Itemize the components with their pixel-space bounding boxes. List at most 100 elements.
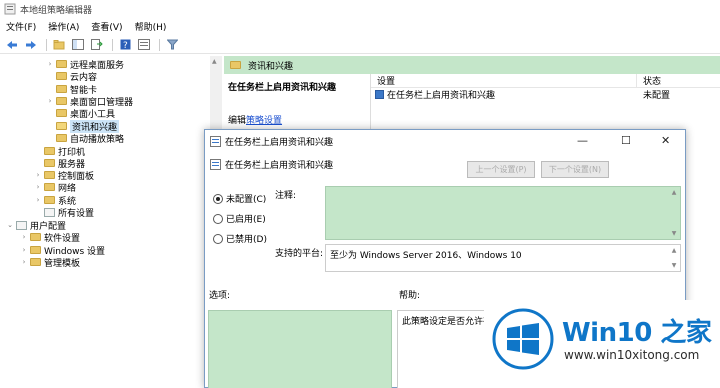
radio-button[interactable] [213, 193, 223, 204]
menu-action[interactable]: 操作(A) [48, 20, 79, 33]
comment-textarea[interactable]: ▲ ▼ [325, 186, 681, 240]
list-item[interactable]: 在任务栏上启用资讯和兴趣 未配置 [371, 88, 720, 101]
radio-enabled[interactable]: 已启用(E) [213, 212, 266, 225]
tree-item-label: 自动播放策略 [70, 134, 125, 145]
properties-icon[interactable] [136, 38, 152, 52]
forward-arrow-icon[interactable] [23, 38, 39, 52]
scroll-down-icon[interactable]: ▼ [670, 262, 678, 269]
expand-arrow-icon[interactable]: › [46, 60, 54, 68]
radio-not-configured[interactable]: 未配置(C) [213, 192, 266, 205]
tree-item[interactable]: › 远程桌面服务 [46, 58, 124, 71]
close-icon[interactable]: ✕ [661, 134, 670, 147]
expand-arrow-icon[interactable]: › [34, 196, 42, 204]
tree-item[interactable]: 自动播放策略 [46, 132, 125, 145]
svg-text:?: ? [123, 41, 128, 50]
previous-setting-button[interactable]: 上一个设置(P) [467, 161, 535, 178]
folder-icon [30, 233, 41, 241]
setting-icon [210, 159, 221, 170]
filter-icon[interactable] [164, 38, 180, 52]
scroll-up-icon[interactable]: ▲ [670, 247, 678, 254]
next-setting-button[interactable]: 下一个设置(N) [541, 161, 609, 178]
help-icon[interactable]: ? [117, 38, 133, 52]
column-status[interactable]: 状态 [637, 74, 661, 87]
details-header-title: 资讯和兴趣 [248, 61, 294, 72]
collapse-arrow-icon[interactable]: ⌄ [6, 221, 14, 229]
expand-arrow-icon[interactable]: › [46, 97, 54, 105]
tree-item[interactable]: › Windows 设置 [20, 244, 105, 257]
folder-icon [56, 97, 67, 105]
folder-icon [56, 72, 67, 80]
up-folder-icon[interactable] [51, 38, 67, 52]
tree-item[interactable]: › 系统 [34, 194, 76, 207]
tree-item[interactable]: › 桌面窗口管理器 [46, 95, 133, 108]
folder-icon [30, 258, 41, 266]
dialog-subtitle-row: 在任务栏上启用资讯和兴趣 [210, 158, 333, 171]
show-hide-tree-icon[interactable] [70, 38, 86, 52]
export-list-icon[interactable] [89, 38, 105, 52]
expand-arrow-icon[interactable]: › [34, 171, 42, 179]
menu-view[interactable]: 查看(V) [91, 20, 122, 33]
platform-value: 至少为 Windows Server 2016、Windows 10 [330, 251, 522, 261]
dialog-subtitle: 在任务栏上启用资讯和兴趣 [225, 161, 334, 171]
tree-item-label: 云内容 [70, 72, 98, 83]
policy-tree: › 远程桌面服务 云内容 智能卡 › 桌面窗口管理器 桌面小工具 资讯和兴趣 自动播… [0, 56, 222, 388]
dialog-titlebar: 在任务栏上启用资讯和兴趣 [205, 130, 685, 152]
tree-item[interactable]: 服务器 [34, 157, 85, 170]
setting-status: 未配置 [643, 91, 671, 101]
minimize-icon[interactable]: — [577, 134, 588, 147]
window-title: 本地组策略编辑器 [20, 5, 93, 16]
folder-icon [44, 159, 55, 167]
list-header: 设置 状态 [371, 74, 720, 88]
toolbar: ? [0, 36, 720, 54]
scroll-down-icon[interactable]: ▼ [670, 230, 678, 237]
settings-list-icon [44, 207, 55, 217]
tree-item[interactable]: 云内容 [46, 70, 98, 83]
tree-item[interactable]: ⌄ 用户配置 [6, 219, 66, 232]
details-header: 资讯和兴趣 [224, 56, 720, 74]
comment-label: 注释: [275, 191, 297, 201]
folder-icon [30, 246, 41, 254]
folder-icon [56, 134, 67, 142]
tree-item-selected[interactable]: 资讯和兴趣 [46, 119, 120, 133]
edit-policy-link[interactable]: 策略设置 [246, 116, 282, 126]
scroll-up-icon[interactable]: ▲ [670, 189, 678, 196]
folder-icon [230, 61, 241, 69]
menu-bar: 文件(F) 操作(A) 查看(V) 帮助(H) [0, 18, 720, 35]
menu-help[interactable]: 帮助(H) [135, 20, 167, 33]
maximize-icon[interactable]: ☐ [621, 134, 631, 147]
tree-item[interactable]: 所有设置 [34, 206, 95, 219]
expand-arrow-icon[interactable]: › [20, 246, 28, 254]
radio-button[interactable] [213, 233, 223, 244]
windows-logo-icon [492, 308, 554, 370]
radio-button[interactable] [213, 213, 223, 224]
tree-item[interactable]: 智能卡 [46, 83, 97, 96]
tree-item[interactable]: › 软件设置 [20, 231, 80, 244]
radio-disabled[interactable]: 已禁用(D) [213, 232, 267, 245]
folder-icon [56, 85, 67, 93]
tree-item[interactable]: › 控制面板 [34, 169, 94, 182]
tree-item-label: 所有设置 [58, 208, 95, 219]
toolbar-separator [159, 38, 160, 51]
expand-arrow-icon[interactable]: › [20, 258, 28, 266]
tree-item[interactable]: 打印机 [34, 145, 85, 158]
column-setting[interactable]: 设置 [371, 74, 637, 87]
tree-item[interactable]: 桌面小工具 [46, 107, 115, 120]
watermark-title: Win10 之家 [562, 318, 712, 348]
tree-item[interactable]: › 管理模板 [20, 256, 80, 269]
expand-arrow-icon[interactable]: › [34, 183, 42, 191]
expand-arrow-icon[interactable]: › [20, 233, 28, 241]
back-arrow-icon[interactable] [4, 38, 20, 52]
options-label: 选项: [209, 291, 231, 301]
policy-setting-icon [375, 90, 384, 99]
tree-item[interactable]: › 网络 [34, 181, 76, 194]
setting-name: 在任务栏上启用资讯和兴趣 [387, 91, 496, 101]
options-panel [208, 310, 392, 388]
folder-icon [44, 171, 55, 179]
menu-file[interactable]: 文件(F) [6, 20, 36, 33]
scroll-up-icon[interactable]: ▲ [212, 58, 217, 65]
platform-label: 支持的平台: [275, 249, 324, 259]
dialog-policy-icon [210, 135, 221, 147]
folder-icon [56, 109, 67, 117]
policy-title: 在任务栏上启用资讯和兴趣 [228, 83, 337, 93]
folder-icon [44, 183, 55, 191]
